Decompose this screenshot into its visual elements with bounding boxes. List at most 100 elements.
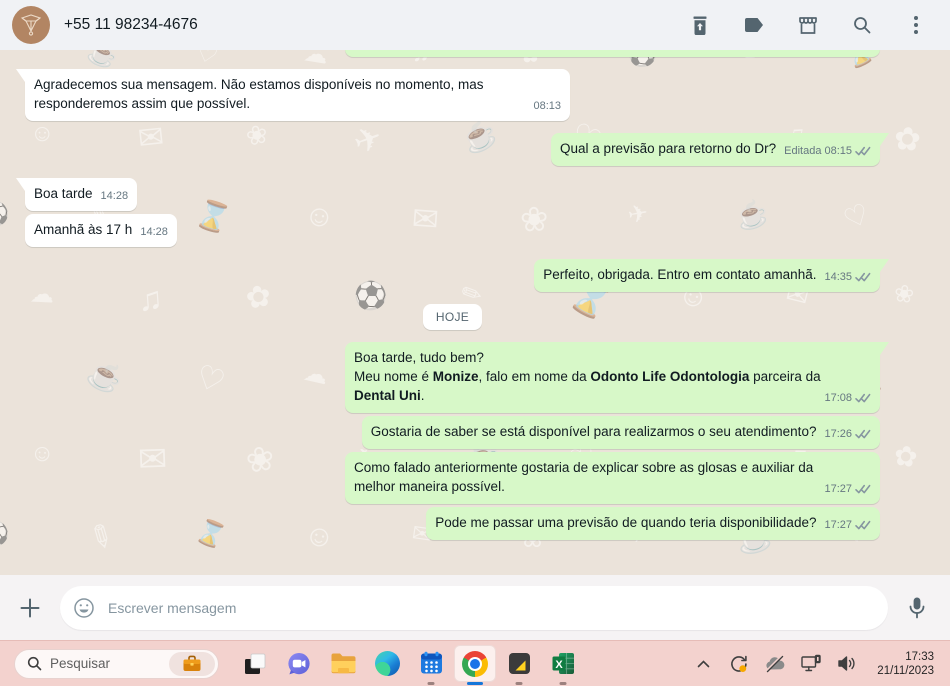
running-indicator	[515, 681, 523, 685]
message-time: 14:28	[140, 226, 168, 238]
date-divider: HOJE	[422, 304, 483, 330]
message-input-wrap	[60, 585, 888, 630]
message-time: 08:13	[824, 50, 852, 52]
briefcase-icon	[183, 655, 201, 671]
theme-squares-icon[interactable]	[233, 641, 277, 686]
message-meta: 14:35	[824, 268, 871, 287]
message-text: Gostaria de saber se está disponível par…	[371, 422, 871, 441]
notes-icon[interactable]	[497, 641, 541, 686]
running-indicator	[427, 681, 435, 685]
taskbar-clock[interactable]: 17:33 21/11/2023	[869, 650, 940, 678]
message-text: Boa tarde 14:28	[34, 184, 128, 203]
volume-icon[interactable]	[833, 650, 861, 678]
message-row: Boa tarde 14:28	[25, 178, 880, 211]
message-time: 08:15	[824, 145, 852, 157]
chrome-icon[interactable]	[453, 641, 497, 686]
message-meta: 14:28	[140, 223, 168, 242]
message-meta: Editada 08:15	[784, 142, 871, 161]
message-meta: 17:26	[824, 425, 871, 444]
taskbar: X	[0, 640, 950, 686]
message-meta: 17:27	[824, 516, 871, 535]
update-icon[interactable]	[725, 650, 753, 678]
message-row: Boa tarde, tudo bem? Meu nome é Monize, f…	[25, 342, 880, 413]
taskbar-search-input[interactable]	[50, 656, 161, 671]
plus-icon[interactable]	[14, 592, 46, 624]
running-indicator	[559, 681, 567, 685]
header-actions	[688, 13, 928, 37]
calendar-icon[interactable]	[409, 641, 453, 686]
taskbar-search[interactable]	[14, 648, 219, 679]
message-meta: 17:27	[824, 480, 871, 499]
active-indicator	[467, 681, 483, 685]
message-meta: 14:28	[101, 187, 129, 206]
message-row: Qual a previsão para retorno do Dr? Edita…	[25, 133, 880, 166]
menu-kebab-icon[interactable]	[904, 13, 928, 37]
clock-date: 21/11/2023	[877, 664, 934, 677]
file-explorer-icon[interactable]	[321, 641, 365, 686]
network-icon[interactable]	[797, 650, 825, 678]
message-row: Perfeito, obrigada. Entro em contato ama…	[25, 259, 880, 292]
trash-icon[interactable]	[688, 13, 712, 37]
message-row: Dental Uni.Editada08:13	[25, 50, 880, 57]
message-text: Agradecemos sua mensagem. Não estamos di…	[34, 77, 484, 111]
message-list: Dental Uni.Editada08:13 Agradecemos sua …	[0, 50, 950, 575]
message-text: Como falado anteriormente gostaria de ex…	[354, 460, 814, 494]
message-row: Agradecemos sua mensagem. Não estamos di…	[25, 69, 880, 121]
message-bubble-out[interactable]: Perfeito, obrigada. Entro em contato ama…	[534, 259, 880, 292]
chat-area: ✈☕♡☁♫✿⚽✎⌛☺✉❀✈☕♡☁♫✿⚽✎⌛☺✉❀✈☕♡☁♫✿⚽✎⌛☺✉❀✈☕♡☁…	[0, 50, 950, 575]
message-bubble-out[interactable]: Gostaria de saber se está disponível par…	[361, 416, 880, 449]
double-check-icon	[855, 393, 871, 404]
message-time: 17:27	[824, 483, 852, 495]
edge-icon[interactable]	[365, 641, 409, 686]
date-divider-row: HOJE	[25, 304, 880, 330]
message-text: Pode me passar uma previsão de quando te…	[435, 513, 871, 532]
clock-time: 17:33	[905, 650, 934, 663]
message-time: 17:26	[824, 428, 852, 440]
excel-icon[interactable]: X	[541, 641, 585, 686]
edited-label: Editada	[784, 50, 821, 52]
chat-video-icon[interactable]	[277, 641, 321, 686]
message-bubble-out[interactable]: Boa tarde, tudo bem? Meu nome é Monize, f…	[345, 342, 880, 413]
message-input[interactable]	[60, 585, 888, 630]
message-row: Como falado anteriormente gostaria de ex…	[25, 452, 880, 504]
message-time: 14:28	[100, 190, 129, 202]
message-row: Gostaria de saber se está disponível par…	[25, 416, 880, 449]
message-bubble-in[interactable]: Agradecemos sua mensagem. Não estamos di…	[25, 69, 570, 121]
double-check-icon	[855, 272, 871, 283]
search-highlight-badge[interactable]	[169, 651, 215, 676]
microphone-icon[interactable]	[902, 593, 932, 623]
chat-header: +55 11 98234-4676	[0, 0, 950, 50]
message-meta: 17:08	[824, 389, 871, 408]
double-check-icon	[855, 429, 871, 440]
label-icon[interactable]	[742, 13, 766, 37]
message-time: 14:35	[824, 271, 852, 283]
double-check-icon	[855, 484, 871, 495]
message-time: 17:08	[824, 392, 852, 404]
message-meta: Editada08:13	[784, 50, 871, 52]
message-bubble-out[interactable]: Pode me passar uma previsão de quando te…	[426, 507, 880, 540]
message-bubble-out[interactable]: Como falado anteriormente gostaria de ex…	[345, 452, 880, 504]
whatsapp-window: +55 11 98234-4676 ✈ ☕ ♡ ☁ ♫ ✿ ⚽ ✎ ⌛ ☺ ✉ …	[0, 0, 950, 686]
taskbar-apps: X	[233, 641, 585, 686]
storefront-icon[interactable]	[796, 13, 820, 37]
chevron-up-icon[interactable]	[689, 650, 717, 678]
double-check-icon	[855, 146, 871, 157]
edited-label: Editada	[784, 145, 822, 157]
search-icon	[27, 656, 42, 671]
message-bubble-out[interactable]: Dental Uni.Editada08:13	[345, 50, 880, 57]
onedrive-off-icon[interactable]	[761, 650, 789, 678]
message-time: 17:27	[824, 519, 852, 531]
message-bubble-out[interactable]: Qual a previsão para retorno do Dr? Edita…	[551, 133, 880, 166]
system-tray: 17:33 21/11/2023	[689, 650, 940, 678]
contact-avatar[interactable]	[12, 6, 50, 44]
message-bubble-in[interactable]: Amanhã às 17 h 14:28	[25, 214, 177, 247]
search-icon[interactable]	[850, 13, 874, 37]
composer	[0, 575, 950, 640]
message-text: Qual a previsão para retorno do Dr? Edita…	[560, 139, 871, 158]
emoji-icon[interactable]	[73, 597, 95, 619]
message-bubble-in[interactable]: Boa tarde 14:28	[25, 178, 138, 211]
contact-phone[interactable]: +55 11 98234-4676	[64, 16, 198, 34]
message-row: Pode me passar uma previsão de quando te…	[25, 507, 880, 540]
message-text: Perfeito, obrigada. Entro em contato ama…	[543, 265, 871, 284]
message-time: 08:13	[533, 100, 561, 112]
